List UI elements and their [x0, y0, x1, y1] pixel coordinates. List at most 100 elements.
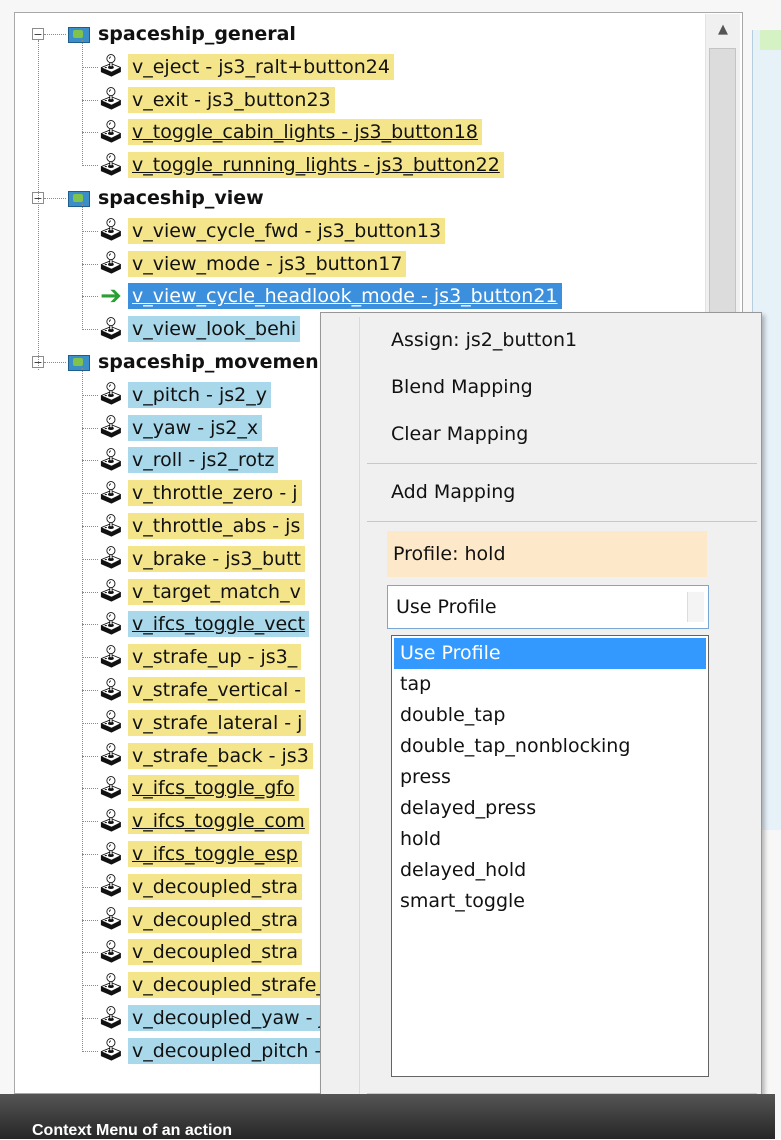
- tree-connector: [82, 952, 98, 954]
- menu-item-clear-mapping[interactable]: Clear Mapping: [391, 423, 528, 445]
- action-row[interactable]: 🕹 v_strafe_up - js3_: [97, 641, 302, 673]
- action-row[interactable]: 🕹 v_decoupled_stra: [97, 936, 302, 968]
- tree-connector: [82, 821, 98, 823]
- profile-option[interactable]: double_tap: [394, 700, 706, 731]
- action-row[interactable]: 🕹 v_throttle_zero - j: [97, 477, 302, 509]
- action-row[interactable]: 🕹 v_view_mode - js3_button17: [97, 248, 407, 280]
- group-label: spaceship_movemen: [98, 351, 319, 373]
- action-label: v_strafe_lateral - j: [128, 709, 307, 736]
- tree-connector: [82, 230, 98, 232]
- profile-option[interactable]: press: [394, 762, 706, 793]
- profile-option[interactable]: smart_toggle: [394, 886, 706, 917]
- action-row[interactable]: 🕹 v_exit - js3_button23: [97, 84, 335, 116]
- joystick-icon: 🕹: [97, 972, 125, 998]
- action-label: v_toggle_running_lights - js3_button22: [128, 152, 504, 179]
- tree-connector: [44, 34, 66, 35]
- profile-option[interactable]: delayed_press: [394, 793, 706, 824]
- action-label: v_roll - js2_rotz: [128, 447, 279, 474]
- profile-option[interactable]: delayed_hold: [394, 855, 706, 886]
- action-label: v_decoupled_stra: [128, 873, 302, 900]
- tree-connector: [82, 66, 98, 68]
- tree-connector: [82, 132, 98, 134]
- joystick-icon: 🕹: [97, 841, 125, 867]
- action-row[interactable]: 🕹 v_ifcs_toggle_esp: [97, 838, 302, 870]
- collapse-icon[interactable]: −: [32, 28, 44, 40]
- menu-item-assign[interactable]: Assign: js2_button1: [391, 329, 577, 351]
- action-row[interactable]: 🕹 v_throttle_abs - js: [97, 510, 305, 542]
- joystick-icon: 🕹: [97, 251, 125, 277]
- action-label: v_ifcs_toggle_gfo: [128, 775, 299, 802]
- tree-connector: [82, 854, 98, 855]
- tree-connector: [82, 755, 98, 757]
- tree-connector: [82, 204, 83, 330]
- context-menu: Assign: js2_button1 Blend Mapping Clear …: [320, 312, 762, 1114]
- action-row[interactable]: 🕹 v_toggle_running_lights - js3_button22: [97, 149, 504, 181]
- action-label: v_throttle_zero - j: [128, 480, 302, 507]
- profile-option[interactable]: tap: [394, 669, 706, 700]
- joystick-icon: 🕹: [97, 644, 125, 670]
- tree-connector: [38, 40, 39, 370]
- joystick-icon: 🕹: [97, 316, 125, 342]
- tree-connector: [82, 788, 98, 790]
- action-row[interactable]: 🕹 v_strafe_vertical -: [97, 674, 306, 706]
- joystick-icon: 🕹: [97, 480, 125, 506]
- tree-connector: [82, 624, 98, 626]
- menu-item-blend-mapping[interactable]: Blend Mapping: [391, 376, 533, 398]
- profile-option[interactable]: Use Profile: [394, 638, 706, 669]
- caption-text: Context Menu of an action: [32, 1122, 232, 1139]
- folder-icon: [66, 25, 90, 43]
- joystick-icon: 🕹: [97, 218, 125, 244]
- joystick-icon: 🕹: [97, 874, 125, 900]
- joystick-icon: 🕹: [97, 939, 125, 965]
- profile-combobox[interactable]: Use Profile: [387, 585, 709, 629]
- tree-connector: [82, 263, 98, 265]
- tree-connector: [44, 362, 66, 363]
- joystick-icon: 🕹: [97, 775, 125, 801]
- tree-connector: [82, 296, 98, 298]
- action-row[interactable]: 🕹 v_view_cycle_fwd - js3_button13: [97, 215, 446, 247]
- tree-group-row[interactable]: spaceship_movemen: [66, 346, 319, 378]
- action-label: v_exit - js3_button23: [128, 86, 335, 113]
- profile-option[interactable]: hold: [394, 824, 706, 855]
- action-label: v_brake - js3_butt: [128, 545, 305, 572]
- action-row[interactable]: 🕹 v_pitch - js2_y: [97, 379, 271, 411]
- joystick-icon: 🕹: [97, 907, 125, 933]
- tree-group-row[interactable]: spaceship_view: [66, 182, 264, 214]
- action-row[interactable]: 🕹 v_yaw - js2_x: [97, 412, 263, 444]
- scroll-up-icon[interactable]: ▲: [706, 14, 740, 44]
- action-label: v_target_match_v: [128, 578, 305, 605]
- action-row[interactable]: 🕹 v_ifcs_toggle_vect: [97, 608, 310, 640]
- action-row[interactable]: 🕹 v_brake - js3_butt: [97, 543, 305, 575]
- tree-connector: [82, 591, 98, 593]
- action-label: v_view_cycle_fwd - js3_button13: [128, 217, 446, 244]
- combo-dropdown-button[interactable]: [687, 592, 704, 622]
- action-row[interactable]: 🕹 v_ifcs_toggle_gfo: [97, 772, 299, 804]
- action-row[interactable]: 🕹 v_strafe_back - js3: [97, 740, 313, 772]
- combo-value: Use Profile: [396, 596, 497, 618]
- action-row[interactable]: ➔ v_view_cycle_headlook_mode - js3_button…: [98, 280, 563, 312]
- joystick-icon: 🕹: [97, 382, 125, 408]
- action-row[interactable]: 🕹 v_decoupled_stra: [97, 871, 302, 903]
- tree-connector: [82, 1018, 98, 1019]
- tree-connector: [82, 886, 98, 888]
- profile-dropdown-list: Use Profile tap double_tap double_tap_nonbl…: [391, 635, 709, 1077]
- action-row[interactable]: 🕹 v_strafe_lateral - j: [97, 707, 307, 739]
- action-row[interactable]: 🕹 v_eject - js3_ralt+button24: [97, 51, 394, 83]
- tree-connector: [82, 427, 98, 429]
- action-row[interactable]: 🕹 v_view_look_behi: [97, 313, 301, 345]
- action-row[interactable]: 🕹 v_ifcs_toggle_com: [97, 805, 309, 837]
- joystick-icon: 🕹: [97, 546, 125, 572]
- profile-option[interactable]: double_tap_nonblocking: [394, 731, 706, 762]
- joystick-icon: 🕹: [97, 1038, 125, 1064]
- menu-separator: [367, 521, 757, 522]
- joystick-icon: 🕹: [97, 677, 125, 703]
- menu-separator: [367, 463, 757, 464]
- menu-item-add-mapping[interactable]: Add Mapping: [391, 481, 515, 503]
- tree-group-row[interactable]: spaceship_general: [66, 18, 296, 50]
- action-row[interactable]: 🕹 v_roll - js2_rotz: [97, 444, 279, 476]
- action-row[interactable]: 🕹 v_target_match_v: [97, 576, 305, 608]
- action-row[interactable]: 🕹 v_decoupled_stra: [97, 904, 302, 936]
- joystick-icon: 🕹: [97, 415, 125, 441]
- tree-connector: [82, 40, 83, 166]
- action-row[interactable]: 🕹 v_toggle_cabin_lights - js3_button18: [97, 116, 482, 148]
